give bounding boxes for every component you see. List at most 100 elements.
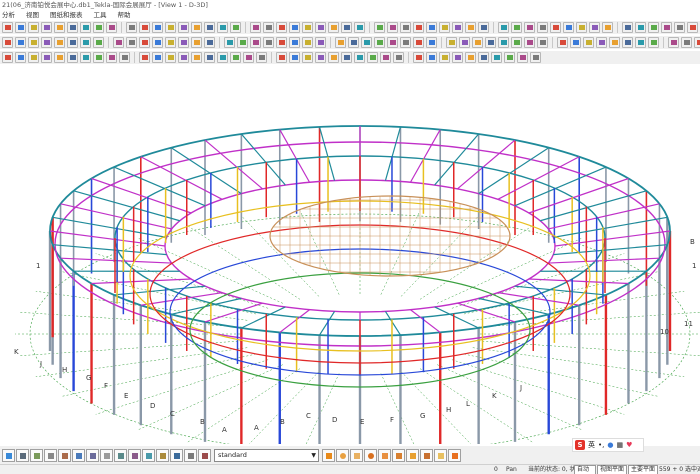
snap-mode-select[interactable]: 自动 xyxy=(574,465,596,474)
toolbar-tool-icon[interactable] xyxy=(263,22,274,33)
select-parts-icon[interactable] xyxy=(16,448,29,462)
toolbar-tool-icon[interactable] xyxy=(41,22,52,33)
toolbar-tool-icon[interactable] xyxy=(426,22,437,33)
toolbar-tool-icon[interactable] xyxy=(622,37,633,48)
toolbar-tool-icon[interactable] xyxy=(504,52,515,63)
toolbar-tool-icon[interactable] xyxy=(576,22,587,33)
toolbar-tool-icon[interactable] xyxy=(367,52,378,63)
snap-free-icon[interactable] xyxy=(448,448,461,462)
toolbar-tool-icon[interactable] xyxy=(563,22,574,33)
toolbar-tool-icon[interactable] xyxy=(41,37,52,48)
toolbar-tool-icon[interactable] xyxy=(93,37,104,48)
toolbar-tool-icon[interactable] xyxy=(165,22,176,33)
toolbar-tool-icon[interactable] xyxy=(289,52,300,63)
select-weld-icon[interactable] xyxy=(58,448,71,462)
select-bolt-icon[interactable] xyxy=(44,448,57,462)
toolbar-tool-icon[interactable] xyxy=(387,37,398,48)
toolbar-tool-icon[interactable] xyxy=(459,37,470,48)
toolbar-tool-icon[interactable] xyxy=(570,37,581,48)
toolbar-tool-icon[interactable] xyxy=(152,22,163,33)
toolbar-tool-icon[interactable] xyxy=(648,22,659,33)
menu-view[interactable]: 视图 xyxy=(26,10,39,20)
toolbar-tool-icon[interactable] xyxy=(537,37,548,48)
toolbar-tool-icon[interactable] xyxy=(126,37,137,48)
toolbar-tool-icon[interactable] xyxy=(204,22,215,33)
ime-language[interactable]: 英 xyxy=(588,440,595,450)
ime-mic-icon[interactable]: ● xyxy=(607,441,613,449)
toolbar-tool-icon[interactable] xyxy=(250,37,261,48)
toolbar-tool-icon[interactable] xyxy=(315,37,326,48)
toolbar-tool-icon[interactable] xyxy=(302,22,313,33)
toolbar-tool-icon[interactable] xyxy=(15,52,26,63)
toolbar-tool-icon[interactable] xyxy=(609,37,620,48)
toolbar-tool-icon[interactable] xyxy=(2,37,13,48)
toolbar-tool-icon[interactable] xyxy=(230,52,241,63)
toolbar-tool-icon[interactable] xyxy=(328,22,339,33)
toolbar-tool-icon[interactable] xyxy=(354,22,365,33)
toolbar-tool-icon[interactable] xyxy=(413,52,424,63)
toolbar-tool-icon[interactable] xyxy=(204,37,215,48)
toolbar-tool-icon[interactable] xyxy=(661,22,672,33)
menu-analysis[interactable]: 分析 xyxy=(2,10,15,20)
toolbar-tool-icon[interactable] xyxy=(413,22,424,33)
snap-perpendicular-icon[interactable] xyxy=(406,448,419,462)
toolbar-tool-icon[interactable] xyxy=(126,22,137,33)
toolbar-tool-icon[interactable] xyxy=(178,22,189,33)
toolbar-tool-icon[interactable] xyxy=(289,37,300,48)
toolbar-tool-icon[interactable] xyxy=(217,22,228,33)
toolbar-tool-icon[interactable] xyxy=(472,37,483,48)
toolbar-tool-icon[interactable] xyxy=(80,22,91,33)
ime-punctuation-icon[interactable]: •, xyxy=(598,441,604,449)
toolbar-tool-icon[interactable] xyxy=(668,37,679,48)
toolbar-tool-icon[interactable] xyxy=(15,22,26,33)
toolbar-tool-icon[interactable] xyxy=(54,22,65,33)
toolbar-tool-icon[interactable] xyxy=(191,22,202,33)
toolbar-tool-icon[interactable] xyxy=(67,22,78,33)
snap-intersection-icon[interactable] xyxy=(392,448,405,462)
toolbar-tool-icon[interactable] xyxy=(550,22,561,33)
toolbar-tool-icon[interactable] xyxy=(139,37,150,48)
snap-midpoint-icon[interactable] xyxy=(378,448,391,462)
toolbar-tool-icon[interactable] xyxy=(622,22,633,33)
toolbar-tool-icon[interactable] xyxy=(106,52,117,63)
toolbar-tool-icon[interactable] xyxy=(250,22,261,33)
toolbar-tool-icon[interactable] xyxy=(583,37,594,48)
ime-toolbar[interactable]: S 英 •, ● ▦ ♥ xyxy=(572,438,644,452)
toolbar-tool-icon[interactable] xyxy=(354,52,365,63)
toolbar-tool-icon[interactable] xyxy=(139,22,150,33)
toolbar-tool-icon[interactable] xyxy=(400,22,411,33)
select-cut-icon[interactable] xyxy=(198,448,211,462)
toolbar-tool-icon[interactable] xyxy=(681,37,692,48)
toolbar-tool-icon[interactable] xyxy=(243,52,254,63)
toolbar-tool-icon[interactable] xyxy=(602,22,613,33)
toolbar-tool-icon[interactable] xyxy=(276,52,287,63)
toolbar-tool-icon[interactable] xyxy=(341,52,352,63)
toolbar-tool-icon[interactable] xyxy=(15,37,26,48)
select-model-icon[interactable] xyxy=(184,448,197,462)
snap-line-icon[interactable] xyxy=(420,448,433,462)
toolbar-tool-icon[interactable] xyxy=(28,37,39,48)
toolbar-tool-icon[interactable] xyxy=(478,52,489,63)
toolbar-tool-icon[interactable] xyxy=(517,52,528,63)
toolbar-tool-icon[interactable] xyxy=(54,37,65,48)
toolbar-tool-icon[interactable] xyxy=(537,22,548,33)
ime-keyboard-icon[interactable]: ▦ xyxy=(616,441,623,449)
select-all-icon[interactable] xyxy=(2,448,15,462)
toolbar-tool-icon[interactable] xyxy=(387,22,398,33)
toolbar-tool-icon[interactable] xyxy=(687,22,698,33)
toolbar-tool-icon[interactable] xyxy=(465,52,476,63)
select-point-icon[interactable] xyxy=(86,448,99,462)
menu-drawings[interactable]: 图纸和报表 xyxy=(50,10,83,20)
toolbar-tool-icon[interactable] xyxy=(67,37,78,48)
toolbar-tool-icon[interactable] xyxy=(224,37,235,48)
toolbar-tool-icon[interactable] xyxy=(694,37,700,48)
toolbar-tool-icon[interactable] xyxy=(524,22,535,33)
toolbar-tool-icon[interactable] xyxy=(2,22,13,33)
select-assembly-icon[interactable] xyxy=(142,448,155,462)
toolbar-tool-icon[interactable] xyxy=(393,52,404,63)
toolbar-tool-icon[interactable] xyxy=(139,52,150,63)
toolbar-tool-icon[interactable] xyxy=(635,37,646,48)
toolbar-tool-icon[interactable] xyxy=(113,37,124,48)
toolbar-tool-icon[interactable] xyxy=(152,37,163,48)
toolbar-tool-icon[interactable] xyxy=(178,52,189,63)
